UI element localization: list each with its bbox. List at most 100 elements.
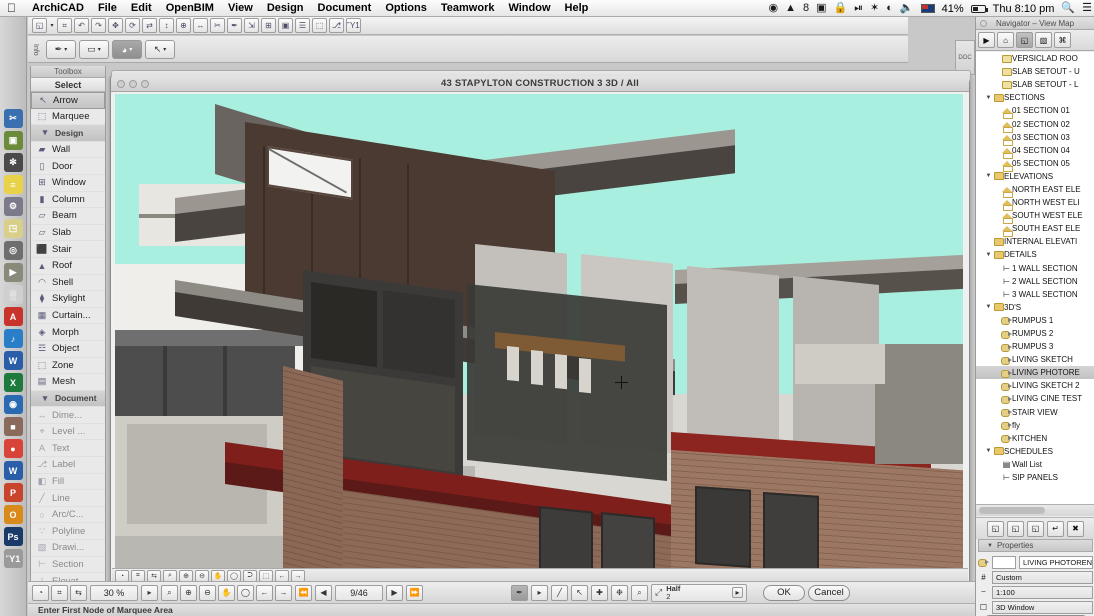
snap-dropdown-caret[interactable]: ▸ <box>531 584 548 601</box>
layout-book-button[interactable]: ▧ <box>1035 32 1052 48</box>
navigator-tree-item[interactable]: LIVING PHOTORE <box>976 366 1094 380</box>
navigator-tree-item[interactable]: VERSICLAD ROO <box>976 52 1094 65</box>
wifi-meter-icon[interactable]: ▲ <box>785 3 796 14</box>
menu-item-help[interactable]: Help <box>558 2 596 14</box>
navigator-title-bar[interactable]: Navigator – View Map <box>976 17 1094 30</box>
prev-page-button[interactable]: ◀ <box>315 584 332 601</box>
delete-view-button[interactable]: ✖ <box>1067 520 1084 537</box>
property-window-value[interactable]: 3D Window <box>992 600 1093 614</box>
navigator-tree-item[interactable]: ▼ SECTIONS <box>976 91 1094 104</box>
toolbox-item-arrow[interactable]: ↖ Arrow <box>31 92 105 109</box>
multiply-offset-button[interactable]: ✚ <box>591 584 608 601</box>
menu-app-name[interactable]: ArchiCAD <box>25 2 91 14</box>
properties-disclosure-icon[interactable]: ▼ <box>987 543 993 549</box>
disclosure-triangle-icon[interactable]: ▼ <box>984 448 993 454</box>
navigator-tree-item[interactable]: SLAB SETOUT - U <box>976 65 1094 78</box>
bluetooth-icon[interactable]: ✶ <box>870 3 879 14</box>
dropdown-caret[interactable]: ▾ <box>49 18 55 33</box>
dock-icon-grid[interactable]: ▒ <box>3 285 23 304</box>
dock-icon-tools[interactable]: ⚙ <box>3 197 23 216</box>
toolbox-item-stair[interactable]: ⬛ Stair <box>31 241 105 258</box>
dock-icon-itunes[interactable]: ♪ <box>3 329 23 348</box>
cancel-button[interactable]: Cancel <box>808 584 850 601</box>
notifications-icon[interactable]: ☰ <box>1082 3 1092 14</box>
navigator-tree-item[interactable]: SLAB SETOUT - L <box>976 78 1094 91</box>
toolbox-group-document[interactable]: ▾ Document <box>31 390 105 408</box>
navigator-tree-item[interactable]: 05 SECTION 05 <box>976 157 1094 172</box>
pan-button[interactable]: ✋ <box>218 584 235 601</box>
menu-item-design[interactable]: Design <box>260 2 311 14</box>
navigator-tree-item[interactable]: ▤ Wall List <box>976 458 1094 471</box>
dock-icon-powerpoint[interactable]: P <box>3 483 23 502</box>
navigator-tree-item[interactable]: ▼ ELEVATIONS <box>976 170 1094 183</box>
toolbox-item-curtain-[interactable]: ▦ Curtain... <box>31 308 105 325</box>
navigator-tree-item[interactable]: RUMPUS 2 <box>976 327 1094 340</box>
navigator-tree[interactable]: VERSICLAD ROO SLAB SETOUT - U SLAB SETOUT … <box>976 52 1094 504</box>
flag-au-icon[interactable] <box>920 4 935 13</box>
view-map-button[interactable]: ◱ <box>1016 32 1033 48</box>
disclosure-triangle-icon[interactable]: ▼ <box>984 173 993 179</box>
last-page-button[interactable]: ⏩ <box>406 584 423 601</box>
navigator-tree-item[interactable]: 02 SECTION 02 <box>976 117 1094 133</box>
volume-icon[interactable]: 🔈 <box>900 3 914 14</box>
gravity-button[interactable]: ⌕ <box>631 584 648 601</box>
toolbox-item-skylight[interactable]: ⧫ Skylight <box>31 291 105 308</box>
line-tool-button[interactable]: ╱ <box>551 584 568 601</box>
toolbox-item-roof[interactable]: ▲ Roof <box>31 258 105 275</box>
toolbox-item-drawi-[interactable]: ▧ Drawi... <box>31 540 105 557</box>
snap-division-field[interactable]: ⤢ Half 2 ▸ <box>651 583 747 602</box>
navigator-tree-item[interactable]: NORTH EAST ELE <box>976 183 1094 198</box>
dock-icon-preview[interactable]: ✂ <box>3 109 23 128</box>
dock-icon-search[interactable]: ◉ <box>3 395 23 414</box>
toolbox-item-beam[interactable]: ▱ Beam <box>31 208 105 225</box>
wifi-icon[interactable]: ◐ <box>886 3 893 14</box>
menu-clock[interactable]: Thu 8:10 pm <box>993 3 1055 15</box>
info-rect-tool[interactable]: ▭ ▾ <box>79 40 109 59</box>
dock-icon-photo[interactable]: ■ <box>3 417 23 436</box>
stretch-button[interactable]: ↔ <box>193 18 208 33</box>
next-zoom-button[interactable]: → <box>275 584 292 601</box>
navigator-back-button[interactable]: ▶ <box>978 32 995 48</box>
dock-icon-notes[interactable]: ≡ <box>3 175 23 194</box>
document-title-bar[interactable]: 43 STAPYLTON CONSTRUCTION 3 3D / All <box>111 76 969 92</box>
property-name-value[interactable]: LIVING PHOTOREN <box>1019 555 1093 569</box>
menu-item-document[interactable]: Document <box>311 2 379 14</box>
first-page-button[interactable]: ⏪ <box>295 584 312 601</box>
property-scale-value[interactable]: 1:100 <box>992 585 1093 599</box>
navigator-tree-item[interactable]: NORTH WEST ELI <box>976 196 1094 212</box>
dock-icon-photoshop[interactable]: Ps <box>3 527 23 546</box>
dock-icon-photos[interactable]: ▣ <box>3 131 23 150</box>
disclosure-triangle-icon[interactable]: ▼ <box>984 252 993 258</box>
new-folder-button[interactable]: ◱ <box>1007 520 1024 537</box>
toolbox-item-slab[interactable]: ▱ Slab <box>31 225 105 242</box>
page-indicator-field[interactable]: 9/46 <box>335 584 383 601</box>
toolbox-item-label[interactable]: ⎇ Label <box>31 457 105 474</box>
open-folder-button[interactable]: ◱ <box>1027 520 1044 537</box>
new-view-button[interactable]: ◱ <box>987 520 1004 537</box>
disclosure-triangle-icon[interactable]: ▼ <box>984 95 993 101</box>
toolbox-item-section[interactable]: ⊢ Section <box>31 557 105 574</box>
prev-zoom-button[interactable]: ← <box>256 584 273 601</box>
navigator-tree-item[interactable]: 01 SECTION 01 <box>976 104 1094 120</box>
navigator-tree-item[interactable]: 04 SECTION 04 <box>976 144 1094 159</box>
explore-tool-button[interactable]: ⌗ <box>51 584 68 601</box>
menu-item-openbim[interactable]: OpenBIM <box>159 2 221 14</box>
snap-popup-button[interactable]: ▸ <box>732 587 743 598</box>
menu-item-options[interactable]: Options <box>378 2 434 14</box>
navigator-tree-item[interactable]: SOUTH EAST ELE <box>976 222 1094 238</box>
battery-icon[interactable] <box>970 4 988 13</box>
navigator-tree-item[interactable]: RUMPUS 3 <box>976 340 1094 353</box>
dock-icon-word2[interactable]: W <box>3 461 23 480</box>
toolbox-item-wall[interactable]: ▰ Wall <box>31 142 105 159</box>
menu-item-view[interactable]: View <box>221 2 260 14</box>
undo-button[interactable]: ↶ <box>74 18 89 33</box>
menu-item-teamwork[interactable]: Teamwork <box>434 2 502 14</box>
toolbox-item-morph[interactable]: ◈ Morph <box>31 324 105 341</box>
trim-button[interactable]: ✒ <box>227 18 242 33</box>
dock-icon-fan[interactable]: ✻ <box>3 153 23 172</box>
dock-icon-media[interactable]: ▶ <box>3 263 23 282</box>
toolbox-item-polyline[interactable]: ∵ Polyline <box>31 523 105 541</box>
dock-icon-outlook[interactable]: O <box>3 505 23 524</box>
redefine-view-button[interactable]: ↵ <box>1047 520 1064 537</box>
redo-button[interactable]: ↷ <box>91 18 106 33</box>
